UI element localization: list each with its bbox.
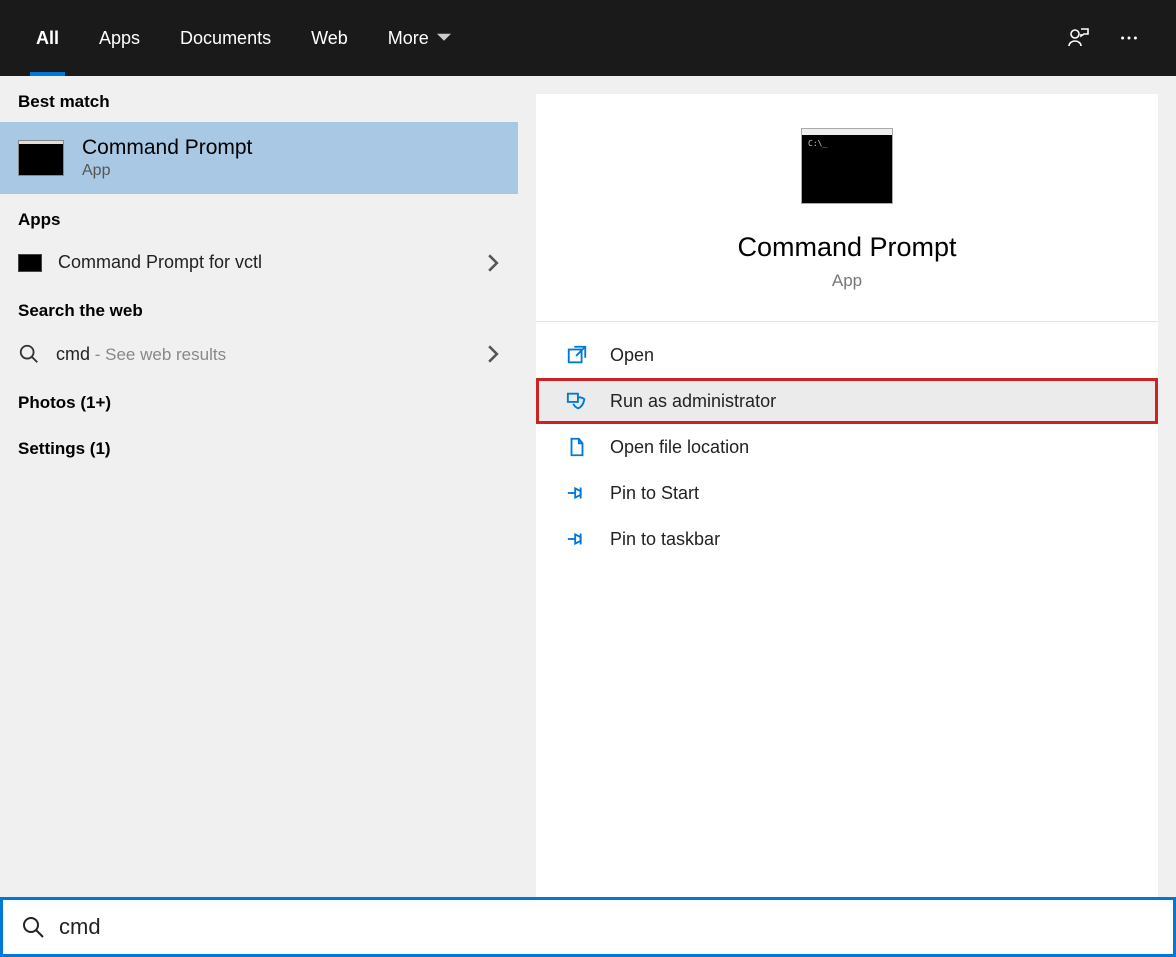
action-open-label: Open <box>610 345 654 366</box>
app-result-vctl[interactable]: Command Prompt for vctl <box>0 240 518 285</box>
tab-more-label: More <box>388 28 429 49</box>
folder-icon <box>566 436 588 458</box>
search-icon <box>18 343 40 365</box>
action-run-admin-label: Run as administrator <box>610 391 776 412</box>
app-result-label: Command Prompt for vctl <box>58 252 470 273</box>
more-options-icon[interactable] <box>1118 27 1140 49</box>
chevron-right-icon <box>486 345 500 363</box>
detail-subtitle: App <box>536 271 1158 291</box>
best-match-text: Command Prompt App <box>82 136 252 180</box>
actions-list: Open Run as administrator Open file loca… <box>536 322 1158 572</box>
pin-icon <box>566 528 588 550</box>
command-prompt-large-icon <box>801 128 893 204</box>
tab-all[interactable]: All <box>16 0 79 76</box>
action-pin-taskbar-label: Pin to taskbar <box>610 529 720 550</box>
best-match-subtitle: App <box>82 162 252 180</box>
search-web-header: Search the web <box>0 285 518 331</box>
terminal-icon <box>18 254 42 272</box>
command-prompt-icon <box>18 140 64 176</box>
main-area: Best match Command Prompt App Apps Comma… <box>0 76 1176 897</box>
action-pin-start-label: Pin to Start <box>610 483 699 504</box>
feedback-icon[interactable] <box>1066 26 1090 50</box>
tab-list: All Apps Documents Web More <box>16 0 471 76</box>
tab-web[interactable]: Web <box>291 0 368 76</box>
action-run-as-administrator[interactable]: Run as administrator <box>536 378 1158 424</box>
action-open[interactable]: Open <box>536 332 1158 378</box>
apps-header: Apps <box>0 194 518 240</box>
best-match-title: Command Prompt <box>82 136 252 160</box>
search-icon <box>21 915 45 939</box>
chevron-down-icon <box>437 31 451 45</box>
web-result-text: cmd - See web results <box>56 344 470 365</box>
pin-icon <box>566 482 588 504</box>
action-open-location-label: Open file location <box>610 437 749 458</box>
detail-header: Command Prompt App <box>536 94 1158 322</box>
action-pin-to-taskbar[interactable]: Pin to taskbar <box>536 516 1158 562</box>
settings-header[interactable]: Settings (1) <box>0 423 518 469</box>
tab-documents[interactable]: Documents <box>160 0 291 76</box>
open-icon <box>566 344 588 366</box>
tab-more[interactable]: More <box>368 0 471 76</box>
results-pane: Best match Command Prompt App Apps Comma… <box>0 76 518 897</box>
web-result-cmd[interactable]: cmd - See web results <box>0 331 518 377</box>
shield-icon <box>566 390 588 412</box>
best-match-header: Best match <box>0 76 518 122</box>
photos-header[interactable]: Photos (1+) <box>0 377 518 423</box>
action-pin-to-start[interactable]: Pin to Start <box>536 470 1158 516</box>
detail-title: Command Prompt <box>536 232 1158 263</box>
detail-pane-wrapper: Command Prompt App Open Run as administr… <box>518 76 1176 897</box>
detail-pane: Command Prompt App Open Run as administr… <box>536 94 1158 897</box>
topbar-right <box>1066 26 1160 50</box>
chevron-right-icon <box>486 254 500 272</box>
action-open-file-location[interactable]: Open file location <box>536 424 1158 470</box>
tab-apps[interactable]: Apps <box>79 0 160 76</box>
search-input[interactable] <box>59 914 1155 940</box>
web-result-term: cmd <box>56 344 90 364</box>
search-filter-tabs: All Apps Documents Web More <box>0 0 1176 76</box>
search-bar[interactable] <box>0 897 1176 957</box>
best-match-result[interactable]: Command Prompt App <box>0 122 518 194</box>
web-result-suffix: - See web results <box>90 345 226 364</box>
